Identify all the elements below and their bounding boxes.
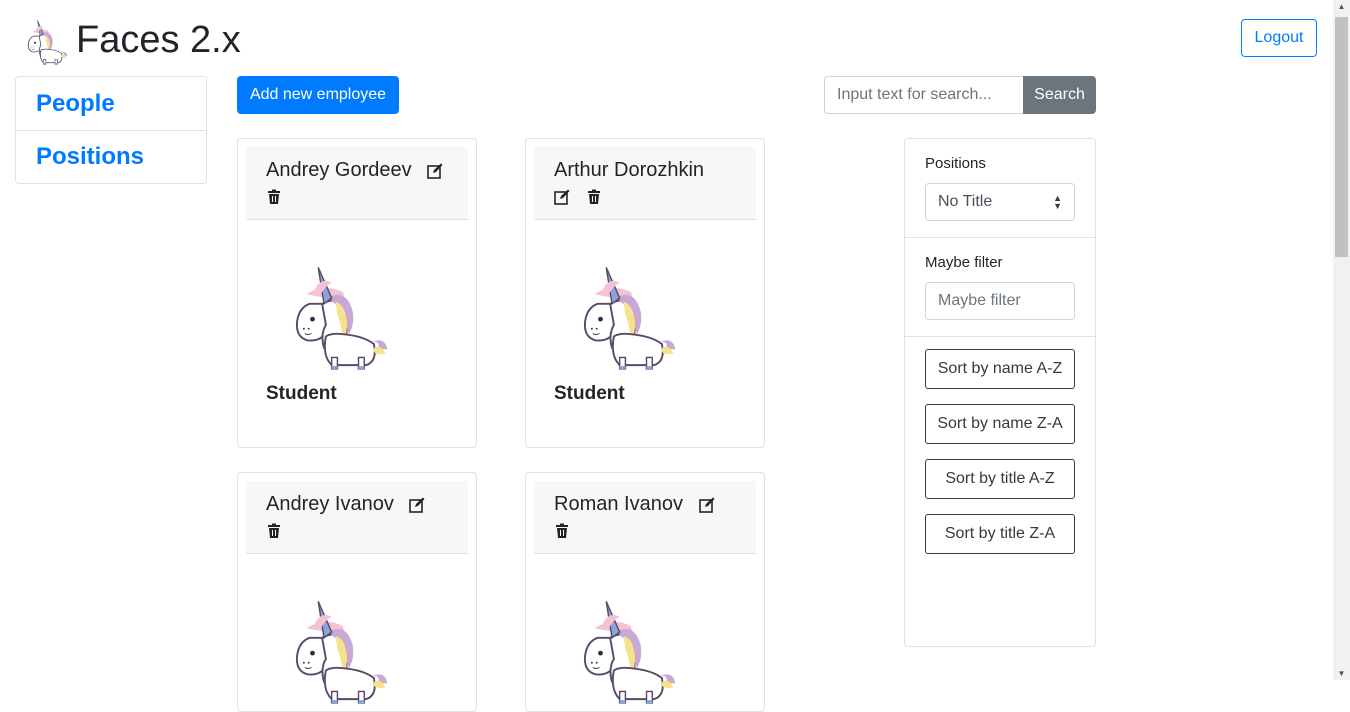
card-header: Roman Ivanov bbox=[534, 481, 756, 554]
maybe-filter-section: Maybe filter bbox=[905, 238, 1095, 337]
employee-photo bbox=[278, 582, 393, 707]
card-header: Arthur Dorozhkin bbox=[534, 147, 756, 220]
nav-item-people[interactable]: People bbox=[16, 77, 206, 130]
maybe-filter-label: Maybe filter bbox=[925, 254, 1003, 271]
employee-card: Andrey Ivanov bbox=[237, 472, 477, 712]
scroll-up-icon[interactable]: ▲ bbox=[1333, 2, 1350, 11]
trash-icon[interactable] bbox=[586, 189, 602, 205]
edit-icon[interactable] bbox=[427, 163, 443, 179]
add-employee-button[interactable]: Add new employee bbox=[237, 76, 399, 114]
employee-photo bbox=[566, 248, 681, 373]
search-button[interactable]: Search bbox=[1023, 76, 1096, 114]
employee-name: Roman Ivanov bbox=[554, 493, 683, 515]
trash-icon[interactable] bbox=[554, 523, 570, 539]
sort-title-desc-button[interactable]: Sort by title Z-A bbox=[925, 514, 1075, 554]
page-scrollbar[interactable]: ▲ ▼ bbox=[1333, 0, 1350, 680]
employee-card: Arthur Dorozhkin Student bbox=[525, 138, 765, 448]
sort-title-asc-button[interactable]: Sort by title A-Z bbox=[925, 459, 1075, 499]
employee-photo bbox=[566, 582, 681, 707]
sort-section: Sort by name A-Z Sort by name Z-A Sort b… bbox=[905, 337, 1095, 554]
employee-name: Andrey Ivanov bbox=[266, 493, 394, 515]
card-header: Andrey Ivanov bbox=[246, 481, 468, 554]
unicorn-logo-icon bbox=[20, 12, 70, 66]
card-header: Andrey Gordeev bbox=[246, 147, 468, 220]
employee-card: Roman Ivanov bbox=[525, 472, 765, 712]
positions-select[interactable]: No Title ▲ ▼ bbox=[925, 183, 1075, 221]
maybe-filter-input[interactable] bbox=[925, 282, 1075, 320]
employee-card: Andrey Gordeev Student bbox=[237, 138, 477, 448]
search-input[interactable] bbox=[824, 76, 1024, 114]
employee-name: Andrey Gordeev bbox=[266, 159, 412, 181]
positions-label: Positions bbox=[925, 155, 986, 172]
positions-section: Positions No Title ▲ ▼ bbox=[905, 139, 1095, 238]
trash-icon[interactable] bbox=[266, 523, 282, 539]
scrollbar-thumb[interactable] bbox=[1335, 17, 1348, 257]
positions-selected-value: No Title bbox=[938, 193, 993, 210]
select-arrows-icon: ▲ ▼ bbox=[1053, 193, 1062, 211]
nav-item-positions[interactable]: Positions bbox=[16, 130, 206, 183]
employee-name: Arthur Dorozhkin bbox=[554, 159, 705, 181]
trash-icon[interactable] bbox=[266, 189, 282, 205]
employee-title: Student bbox=[266, 383, 337, 404]
edit-icon[interactable] bbox=[409, 497, 425, 513]
logout-button[interactable]: Logout bbox=[1241, 19, 1317, 57]
sort-name-desc-button[interactable]: Sort by name Z-A bbox=[925, 404, 1075, 444]
scroll-down-icon[interactable]: ▼ bbox=[1333, 669, 1350, 678]
employee-title: Student bbox=[554, 383, 625, 404]
edit-icon[interactable] bbox=[554, 189, 570, 205]
edit-icon[interactable] bbox=[699, 497, 715, 513]
employee-photo bbox=[278, 248, 393, 373]
main-nav: People Positions bbox=[15, 76, 207, 184]
sort-name-asc-button[interactable]: Sort by name A-Z bbox=[925, 349, 1075, 389]
filter-panel: Positions No Title ▲▼ Maybe filter Sort … bbox=[904, 138, 1096, 647]
app-title: Faces 2.x bbox=[76, 19, 241, 61]
